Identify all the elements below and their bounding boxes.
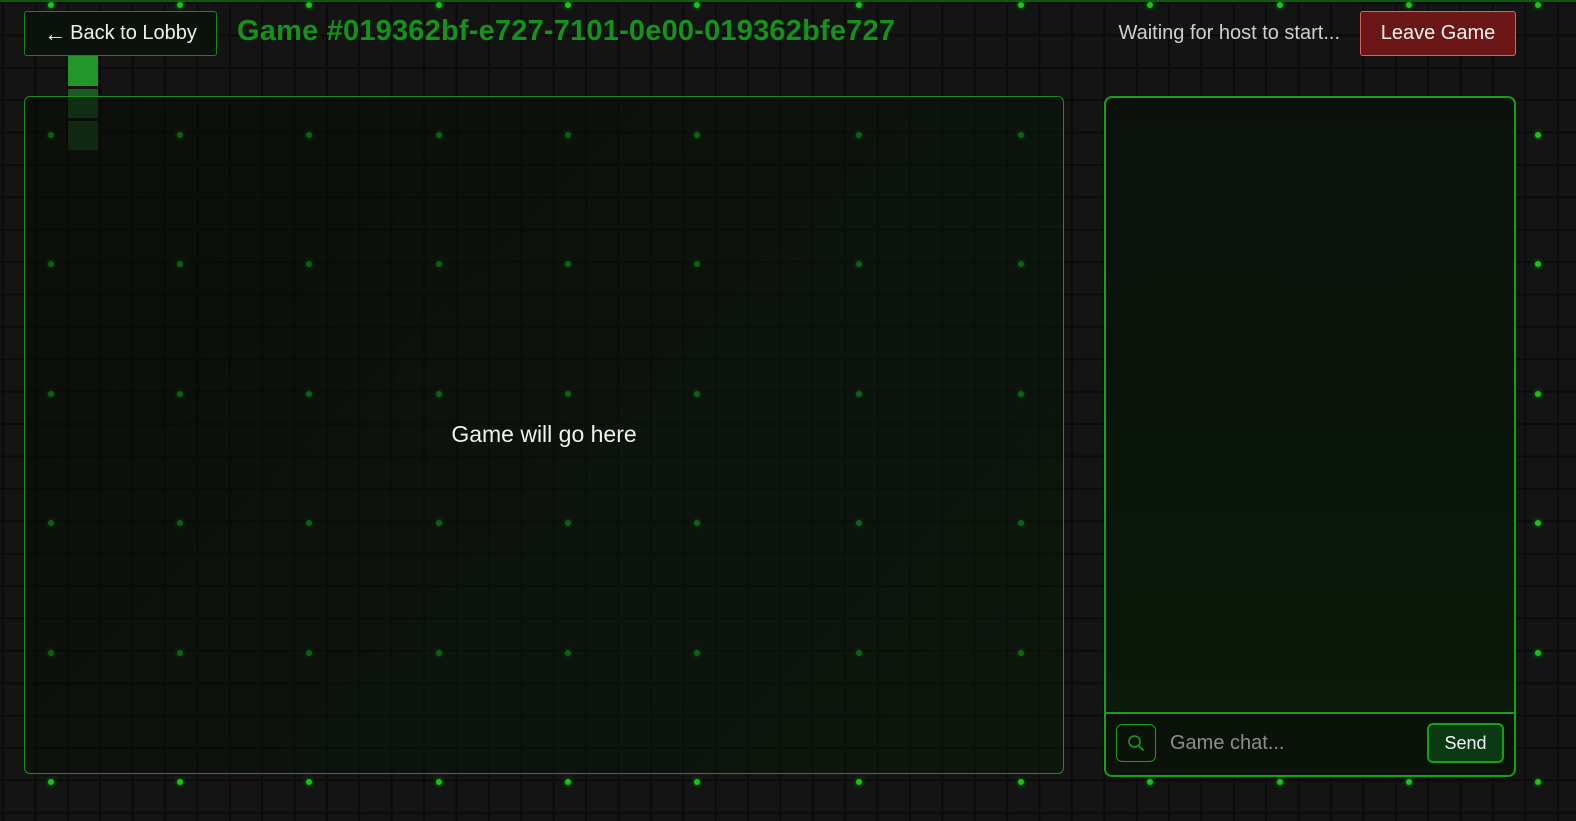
grid-dot (856, 779, 862, 785)
game-title: Game #019362bf-e727-7101-0e00-019362bfe7… (237, 15, 896, 47)
grid-dot (1535, 261, 1541, 267)
grid-dot (1535, 132, 1541, 138)
left-arrow-icon: ← (44, 20, 67, 46)
grid-dot (1018, 779, 1024, 785)
search-icon (1128, 735, 1144, 751)
grid-dot (1277, 779, 1283, 785)
grid-dot (177, 2, 183, 8)
grid-dot (1147, 2, 1153, 8)
grid-dot (177, 779, 183, 785)
grid-dot (1535, 2, 1541, 8)
grid-dot (694, 2, 700, 8)
grid-dot (1277, 2, 1283, 8)
grid-dot (48, 779, 54, 785)
back-to-lobby-button[interactable]: ← Back to Lobby (24, 11, 217, 56)
game-placeholder-text: Game will go here (451, 421, 637, 447)
chat-input-bar: Send (1106, 712, 1514, 775)
send-button-label: Send (1444, 732, 1487, 753)
leave-game-button[interactable]: Leave Game (1360, 11, 1516, 56)
grid-dot (1406, 2, 1412, 8)
leave-game-label: Leave Game (1380, 22, 1496, 44)
grid-dot (436, 2, 442, 8)
game-area[interactable]: Game will go here (24, 96, 1064, 774)
grid-dot (306, 779, 312, 785)
grid-dot (1535, 520, 1541, 526)
game-status-text: Waiting for host to start... (1118, 22, 1340, 44)
grid-dot (565, 779, 571, 785)
grid-dot (48, 2, 54, 8)
game-chat-input[interactable] (1164, 724, 1414, 762)
top-edge-line (0, 0, 1576, 2)
grid-dot (694, 779, 700, 785)
back-to-lobby-label: Back to Lobby (70, 22, 197, 44)
grid-dot (1535, 779, 1541, 785)
grid-dot (1406, 779, 1412, 785)
grid-dot (436, 779, 442, 785)
snake-head (68, 56, 98, 86)
grid-dot (565, 2, 571, 8)
grid-dot (1535, 391, 1541, 397)
grid-dot (1147, 779, 1153, 785)
grid-dot (1018, 2, 1024, 8)
send-button[interactable]: Send (1427, 723, 1504, 763)
grid-dot (856, 2, 862, 8)
grid-dot (1535, 650, 1541, 656)
chat-messages-area[interactable] (1106, 98, 1514, 714)
grid-dot (306, 2, 312, 8)
chat-panel: Send (1104, 96, 1516, 777)
chat-search-button[interactable] (1116, 724, 1156, 762)
